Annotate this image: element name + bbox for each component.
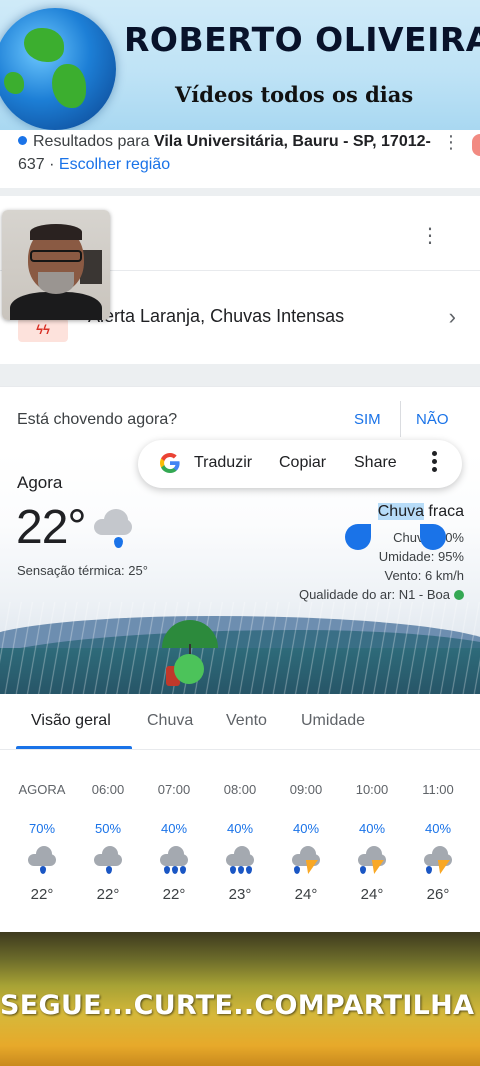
google-g-icon <box>160 453 180 473</box>
active-tab-indicator <box>16 746 132 749</box>
hourly-temp: 23° <box>228 886 252 903</box>
thunderstorm-icon <box>424 846 454 876</box>
hourly-temp: 24° <box>360 886 384 903</box>
cloud-rain-light-icon <box>94 846 124 876</box>
thunderstorm-icon <box>292 846 322 876</box>
tab-rain[interactable]: Chuva <box>147 712 193 730</box>
side-chip <box>472 134 480 156</box>
alert-text[interactable]: Alerta Laranja, Chuvas Intensas <box>88 306 344 327</box>
hourly-temp: 22° <box>96 886 120 903</box>
frog-mascot-icon <box>162 620 218 686</box>
footer-text: SEGUE...CURTE..COMPARTILHA <box>0 990 475 1021</box>
hourly-precip: 50% <box>94 821 122 836</box>
no-button[interactable]: NÃO <box>416 411 449 428</box>
thunderstorm-icon <box>358 846 388 876</box>
footer-banner: SEGUE...CURTE..COMPARTILHA <box>0 932 480 1066</box>
hourly-precip: 70% <box>28 821 56 836</box>
hourly-precip: 40% <box>160 821 188 836</box>
feels-like: Sensação térmica: 25° <box>17 563 148 578</box>
hourly-time: 10:00 <box>355 782 389 797</box>
tab-overview[interactable]: Visão geral <box>31 712 111 730</box>
question-text: Está chovendo agora? <box>17 411 178 428</box>
change-region-link[interactable]: Escolher região <box>59 156 170 173</box>
location-results: Resultados para Vila Universitária, Baur… <box>0 130 480 188</box>
section-divider <box>0 364 480 386</box>
cloud-rain-light-icon <box>28 846 58 876</box>
hourly-time: 11:00 <box>422 782 454 797</box>
copy-button[interactable]: Copiar <box>279 454 326 472</box>
hourly-temp: 22° <box>30 886 54 903</box>
hourly-temp: 26° <box>426 886 450 903</box>
now-label: Agora <box>17 473 63 492</box>
channel-title: ROBERTO OLIVEIRA <box>124 20 480 59</box>
hourly-time: 08:00 <box>223 782 257 797</box>
current-temperature: 22° <box>16 501 87 554</box>
translate-button[interactable]: Traduzir <box>194 454 252 472</box>
cloud-rain-icon <box>226 846 256 876</box>
humidity: Umidade: 95% <box>378 549 464 564</box>
channel-subtitle: Vídeos todos os dias <box>175 82 414 107</box>
condition: Chuva fraca <box>377 503 464 520</box>
hourly-temp: 22° <box>162 886 186 903</box>
selection-handle-left[interactable] <box>345 524 371 550</box>
channel-banner: ROBERTO OLIVEIRA Vídeos todos os dias <box>0 0 480 130</box>
cloud-rain-icon <box>92 507 136 548</box>
webcam-overlay <box>2 210 110 320</box>
wind: Vento: 6 km/h <box>384 568 465 583</box>
current-weather: Agora 22° Sensação térmica: 25° Chuva fr… <box>0 452 480 694</box>
yes-button[interactable]: SIM <box>354 411 381 428</box>
air-quality: Qualidade do ar: N1 - Boa <box>299 587 464 602</box>
hourly-forecast: AGORA 70% 22° 06:00 50% 22° 07:00 40% 22° 08:00 40… <box>0 750 480 930</box>
share-button[interactable]: Share <box>354 454 397 472</box>
hourly-precip: 40% <box>292 821 320 836</box>
results-text: Resultados para Vila Universitária, Baur… <box>18 133 431 173</box>
hourly-time: 09:00 <box>289 782 323 797</box>
chevron-right-icon[interactable]: › <box>449 304 456 330</box>
more-vert-icon[interactable] <box>430 448 438 478</box>
hourly-precip: 40% <box>358 821 386 836</box>
cloud-rain-icon <box>160 846 190 876</box>
weather-tabs: Visão geral Chuva Vento Umidade <box>0 694 480 750</box>
section-divider <box>0 188 480 196</box>
hourly-time: 07:00 <box>157 782 191 797</box>
more-options-icon[interactable]: ⋮ <box>442 132 460 153</box>
location-dot-icon <box>18 136 27 145</box>
tab-humidity[interactable]: Umidade <box>301 712 365 730</box>
hourly-precip: 40% <box>226 821 254 836</box>
selection-handle-right[interactable] <box>420 524 446 550</box>
selected-text: Chuva <box>377 503 424 520</box>
text-selection-menu: Traduzir Copiar Share <box>138 440 462 488</box>
storm-alert-icon: ϟϟ <box>18 318 68 342</box>
hourly-time: AGORA <box>18 782 66 797</box>
hourly-precip: 40% <box>424 821 452 836</box>
button-separator <box>400 401 401 437</box>
globe-logo-icon <box>0 8 116 130</box>
location-name: Vila Universitária, Bauru - SP, 17012- <box>153 133 431 150</box>
tab-wind[interactable]: Vento <box>226 712 267 730</box>
alert-more-icon[interactable]: ⋮ <box>420 226 440 246</box>
hourly-temp: 24° <box>294 886 318 903</box>
hourly-time: 06:00 <box>91 782 125 797</box>
air-quality-dot-icon <box>454 590 464 600</box>
